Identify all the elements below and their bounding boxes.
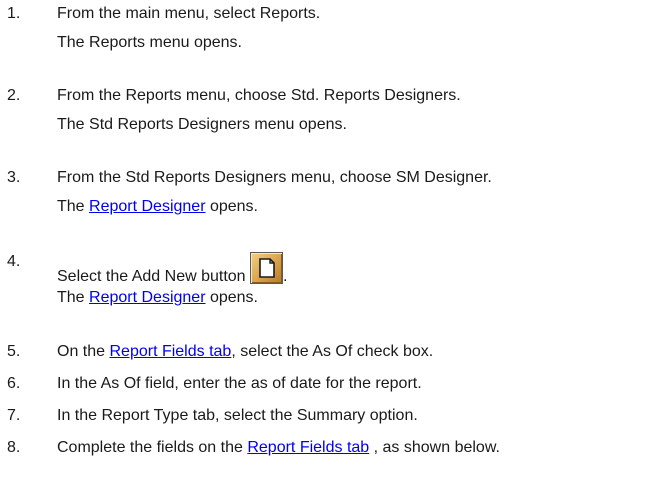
add-new-button[interactable] [250, 252, 284, 284]
step-number: 4. [7, 253, 21, 270]
step-instruction: In the As Of field, enter the as of date… [57, 375, 422, 392]
report-designer-link[interactable]: Report Designer [89, 198, 206, 215]
step-number: 3. [7, 169, 21, 186]
step-number: 7. [7, 407, 21, 424]
step-result: The Report Designer opens. [57, 197, 258, 217]
step-instruction-prefix: On the [57, 343, 110, 360]
step-result: The Report Designer opens. [57, 288, 258, 308]
step-instruction-prefix: Select the Add New button [57, 268, 251, 285]
report-designer-link[interactable]: Report Designer [89, 289, 206, 306]
step-instruction: In the Report Type tab, select the Summa… [57, 407, 418, 424]
step-instruction: From the main menu, select Reports. [57, 5, 321, 22]
step-number: 8. [7, 439, 21, 456]
step-instruction-suffix: , select the As Of check box. [231, 343, 434, 360]
step-instruction: From the Reports menu, choose Std. Repor… [57, 87, 461, 104]
report-fields-tab-link[interactable]: Report Fields tab [247, 439, 369, 456]
step-result: The Std Reports Designers menu opens. [57, 116, 347, 133]
step-instruction: From the Std Reports Designers menu, cho… [57, 169, 492, 186]
step-result: The Reports menu opens. [57, 34, 242, 51]
step-instruction: On the Report Fields tab, select the As … [57, 342, 433, 362]
step-result-suffix: opens. [205, 198, 258, 215]
step-number: 6. [7, 375, 21, 392]
step-result-prefix: The [57, 198, 90, 215]
step-number: 2. [7, 87, 21, 104]
step-instruction: Select the Add New button . [57, 252, 287, 287]
step-number: 5. [7, 343, 21, 360]
step-instruction-suffix: , as shown below. [369, 439, 500, 456]
step-result-prefix: The [57, 289, 90, 306]
step-instruction-prefix: Complete the fields on the [57, 439, 248, 456]
step-instruction: Complete the fields on the Report Fields… [57, 438, 500, 458]
step-number: 1. [7, 5, 21, 22]
step-result-suffix: opens. [205, 289, 258, 306]
new-document-icon [259, 258, 275, 278]
report-fields-tab-link[interactable]: Report Fields tab [109, 343, 231, 360]
step-instruction-suffix: . [283, 268, 288, 285]
